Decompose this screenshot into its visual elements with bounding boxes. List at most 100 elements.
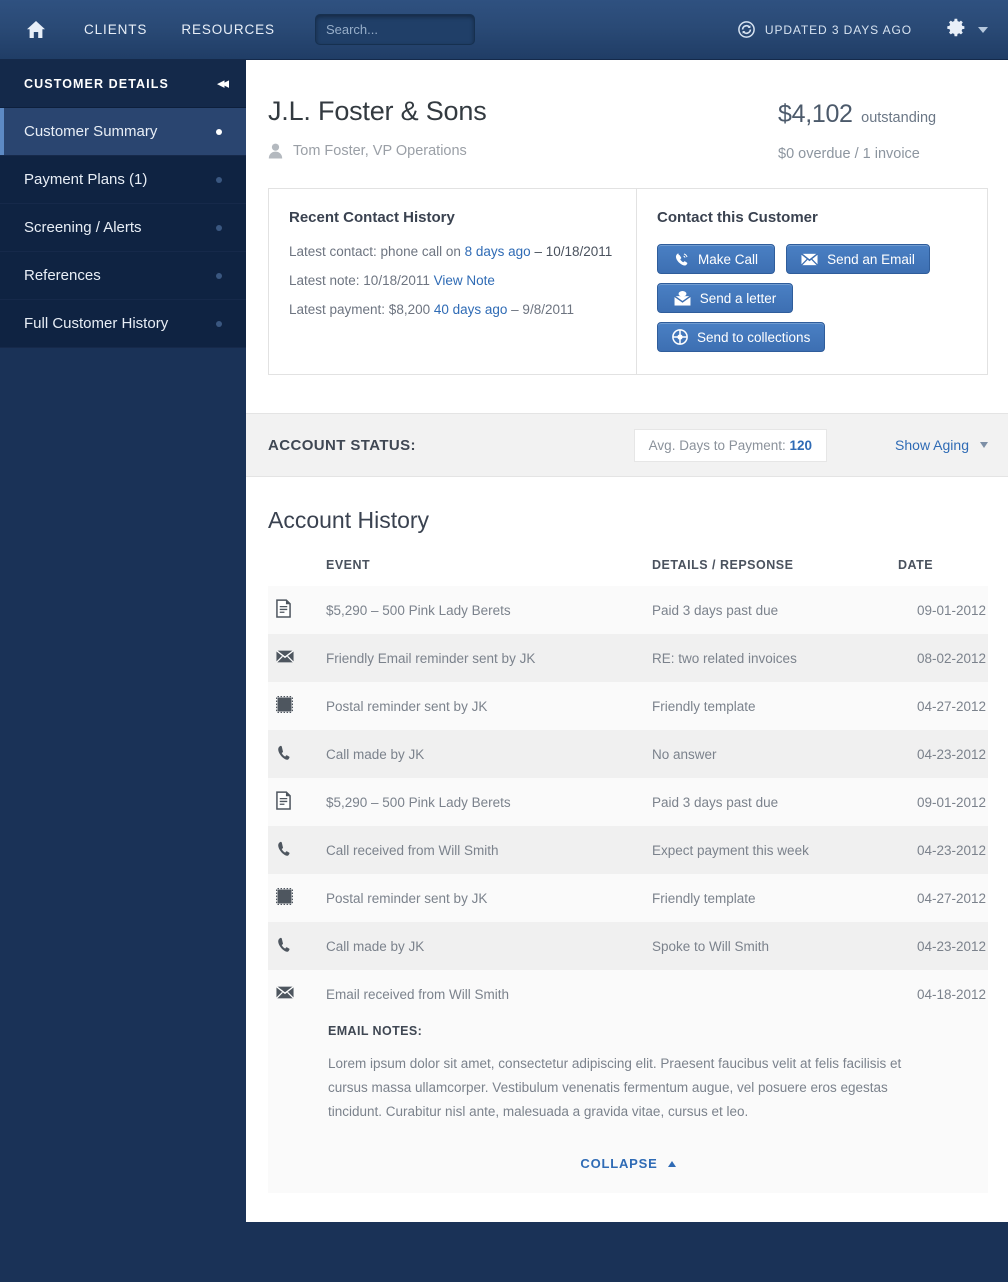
row-icon-cell bbox=[268, 730, 326, 778]
column-header-details: DETAILS / REPSONSE bbox=[652, 558, 794, 572]
contact-customer-panel: Contact this Customer Make Call Send an … bbox=[637, 189, 987, 374]
email-notes-cell: EMAIL NOTES: Lorem ipsum dolor sit amet,… bbox=[268, 1018, 988, 1130]
email-notes-title: EMAIL NOTES: bbox=[328, 1024, 423, 1038]
table-row[interactable]: Call received from Will Smith Expect pay… bbox=[268, 826, 988, 874]
row-details: Expect payment this week bbox=[652, 826, 898, 874]
table-row[interactable]: Postal reminder sent by JK Friendly temp… bbox=[268, 874, 988, 922]
send-to-collections-button[interactable]: Send to collections bbox=[657, 322, 826, 352]
send-to-collections-label: Send to collections bbox=[697, 329, 811, 345]
table-header: EVENT DETAILS / REPSONSE DATE bbox=[268, 558, 988, 586]
main-content-card: J.L. Foster & Sons Tom Foster, VP Operat… bbox=[246, 60, 1008, 1222]
table-row[interactable]: Friendly Email reminder sent by JK RE: t… bbox=[268, 634, 988, 682]
column-header-date: DATE bbox=[898, 558, 934, 572]
topbar-right-group: UPDATED 3 DAYS AGO bbox=[738, 17, 988, 43]
search-input[interactable] bbox=[325, 22, 464, 37]
latest-payment-prefix: Latest payment: $8,200 bbox=[289, 302, 434, 317]
sidebar-item-customer-summary[interactable]: Customer Summary bbox=[0, 108, 246, 156]
nav-link-resources[interactable]: RESOURCES bbox=[181, 22, 275, 37]
contact-action-buttons: Make Call Send an Email Send a letter Se… bbox=[657, 244, 965, 352]
customer-header: J.L. Foster & Sons Tom Foster, VP Operat… bbox=[246, 60, 1008, 162]
table-row[interactable]: $5,290 – 500 Pink Lady Berets Paid 3 day… bbox=[268, 586, 988, 634]
phone-icon bbox=[276, 841, 291, 857]
row-date: 08-02-2012 bbox=[898, 634, 988, 682]
sidebar-item-dot bbox=[216, 272, 222, 279]
recent-contact-history-panel: Recent Contact History Latest contact: p… bbox=[269, 189, 637, 374]
sidebar-item-dot bbox=[216, 128, 222, 135]
latest-note-prefix: Latest note: 10/18/2011 bbox=[289, 273, 434, 288]
double-chevron-left-icon[interactable]: ◂◂ bbox=[217, 76, 229, 91]
row-icon-cell bbox=[268, 778, 326, 826]
globe-target-icon bbox=[672, 329, 688, 345]
latest-contact-link[interactable]: 8 days ago bbox=[465, 244, 531, 259]
row-icon-cell bbox=[268, 874, 326, 922]
row-icon-cell bbox=[268, 922, 326, 970]
sidebar-item-references[interactable]: References bbox=[0, 252, 246, 300]
table-row[interactable]: Postal reminder sent by JK Friendly temp… bbox=[268, 682, 988, 730]
account-history-section: Account History EVENT DETAILS / REPSONSE… bbox=[246, 477, 1008, 1193]
document-icon bbox=[276, 791, 291, 810]
chevron-up-icon bbox=[667, 1160, 676, 1167]
row-event: Postal reminder sent by JK bbox=[326, 874, 652, 922]
app-page: CLIENTS RESOURCES UPDATED 3 DAYS AGO bbox=[0, 0, 1008, 1282]
table-header-row: EVENT DETAILS / REPSONSE DATE bbox=[268, 558, 988, 586]
view-note-link[interactable]: View Note bbox=[434, 273, 495, 288]
customer-balance: $4,102 outstanding $0 overdue / 1 invoic… bbox=[778, 96, 988, 162]
send-email-button[interactable]: Send an Email bbox=[786, 244, 930, 274]
email-notes-row: EMAIL NOTES: Lorem ipsum dolor sit amet,… bbox=[268, 1018, 988, 1130]
sidebar-item-label: Payment Plans (1) bbox=[24, 171, 148, 188]
collapse-button[interactable]: COLLAPSE bbox=[580, 1156, 676, 1171]
send-letter-button[interactable]: Send a letter bbox=[657, 283, 793, 313]
document-icon bbox=[276, 599, 291, 618]
table-row[interactable]: Call made by JK Spoke to Will Smith 04-2… bbox=[268, 922, 988, 970]
row-date: 04-23-2012 bbox=[898, 826, 988, 874]
account-history-title: Account History bbox=[268, 507, 430, 533]
letter-icon bbox=[673, 290, 691, 306]
search-box[interactable] bbox=[314, 14, 475, 45]
make-call-button[interactable]: Make Call bbox=[657, 244, 775, 274]
envelope-icon bbox=[276, 650, 294, 663]
sidebar-item-label: Screening / Alerts bbox=[24, 219, 142, 236]
chevron-down-icon bbox=[980, 442, 988, 448]
phone-icon bbox=[674, 252, 689, 267]
sidebar-item-label: Full Customer History bbox=[24, 315, 169, 332]
phone-icon bbox=[276, 937, 291, 953]
row-details: No answer bbox=[652, 730, 898, 778]
stamp-icon bbox=[276, 888, 293, 905]
send-letter-label: Send a letter bbox=[699, 290, 777, 306]
avg-days-label: Avg. Days to Payment: bbox=[648, 437, 786, 453]
sidebar-nav-list: Customer Summary Payment Plans (1) Scree… bbox=[0, 108, 246, 348]
gear-icon bbox=[946, 17, 967, 43]
row-icon-cell bbox=[268, 682, 326, 730]
row-details: RE: two related invoices bbox=[652, 634, 898, 682]
home-icon[interactable] bbox=[22, 16, 50, 44]
row-date: 04-23-2012 bbox=[898, 730, 988, 778]
sidebar-item-screening-alerts[interactable]: Screening / Alerts bbox=[0, 204, 246, 252]
sidebar-title: CUSTOMER DETAILS bbox=[24, 76, 169, 91]
table-row[interactable]: $5,290 – 500 Pink Lady Berets Paid 3 day… bbox=[268, 778, 988, 826]
avg-days-value: 120 bbox=[789, 437, 813, 453]
avg-days-to-payment-chip: Avg. Days to Payment: 120 bbox=[633, 428, 828, 462]
settings-menu[interactable] bbox=[946, 17, 988, 43]
collapse-cell: COLLAPSE bbox=[268, 1130, 988, 1193]
table-row-expanded[interactable]: Email received from Will Smith 04-18-201… bbox=[268, 970, 988, 1018]
stamp-icon bbox=[276, 696, 293, 713]
row-details: Friendly template bbox=[652, 874, 898, 922]
row-date: 04-18-2012 bbox=[898, 970, 988, 1018]
sidebar-item-payment-plans[interactable]: Payment Plans (1) bbox=[0, 156, 246, 204]
row-details bbox=[652, 970, 898, 1018]
show-aging-toggle[interactable]: Show Aging bbox=[895, 437, 988, 453]
sidebar-item-dot bbox=[216, 320, 222, 327]
nav-link-clients[interactable]: CLIENTS bbox=[84, 22, 147, 37]
table-row[interactable]: Call made by JK No answer 04-23-2012 bbox=[268, 730, 988, 778]
person-icon bbox=[268, 143, 283, 159]
row-details: Paid 3 days past due bbox=[652, 586, 898, 634]
sidebar-item-full-customer-history[interactable]: Full Customer History bbox=[0, 300, 246, 348]
row-event: Postal reminder sent by JK bbox=[326, 682, 652, 730]
row-event: Call received from Will Smith bbox=[326, 826, 652, 874]
collapse-label: COLLAPSE bbox=[580, 1156, 658, 1171]
updated-status[interactable]: UPDATED 3 DAYS AGO bbox=[738, 21, 912, 38]
latest-payment-link[interactable]: 40 days ago bbox=[434, 302, 508, 317]
sidebar: CUSTOMER DETAILS ◂◂ Customer Summary Pay… bbox=[0, 60, 246, 1282]
account-history-table: EVENT DETAILS / REPSONSE DATE $5,290 – 5… bbox=[268, 558, 988, 1193]
latest-contact-suffix: – 10/18/2011 bbox=[530, 244, 613, 259]
